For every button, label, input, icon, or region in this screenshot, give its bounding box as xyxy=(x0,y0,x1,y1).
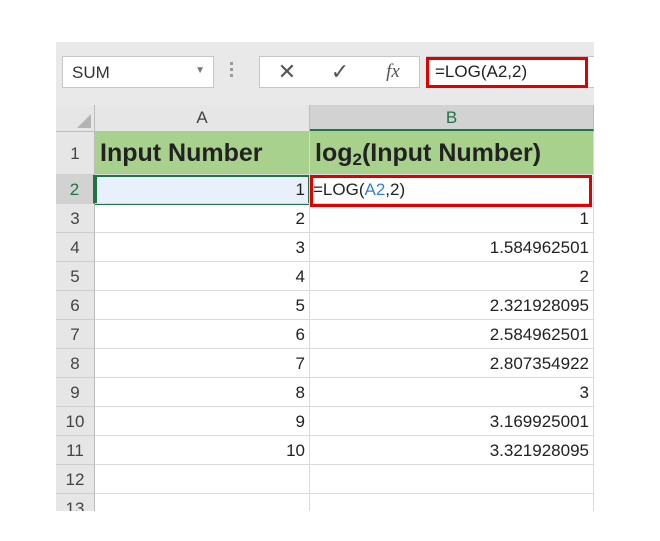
cell-a[interactable]: 4 xyxy=(95,262,310,291)
cell-a[interactable]: 7 xyxy=(95,349,310,378)
log-argument-label: (Input Number) xyxy=(361,139,542,167)
row-header[interactable]: 9 xyxy=(56,378,95,407)
row-header[interactable]: 11 xyxy=(56,436,95,465)
cell-b[interactable]: 2.807354922 xyxy=(310,349,594,378)
formula-suffix: ,2) xyxy=(385,180,406,199)
spreadsheet-window: SUM ▼ ✕ ✓ fx =LOG(A2,2) A B 1 2 3 4 5 6 … xyxy=(56,42,594,511)
cancel-icon[interactable]: ✕ xyxy=(272,60,302,84)
log-base-subscript: 2 xyxy=(352,150,362,169)
row-header[interactable]: 8 xyxy=(56,349,95,378)
cell-b[interactable]: 3.169925001 xyxy=(310,407,594,436)
cell-b[interactable]: 3 xyxy=(310,378,594,407)
cell-b2-editing[interactable]: =LOG(A2,2) xyxy=(310,175,594,204)
row-header[interactable]: 10 xyxy=(56,407,95,436)
cell-b[interactable]: 1 xyxy=(310,204,594,233)
header-cell-b[interactable]: log2(Input Number) xyxy=(310,132,594,175)
formula-input[interactable]: =LOG(A2,2) xyxy=(426,56,594,88)
cell-a[interactable] xyxy=(95,465,310,494)
cell-b[interactable]: 2 xyxy=(310,262,594,291)
row-header[interactable]: 7 xyxy=(56,320,95,349)
name-box[interactable]: SUM ▼ xyxy=(62,56,214,88)
row-header[interactable]: 2 xyxy=(56,175,95,204)
cell-a[interactable]: 10 xyxy=(95,436,310,465)
cell-b[interactable]: 2.321928095 xyxy=(310,291,594,320)
cell-a[interactable]: 5 xyxy=(95,291,310,320)
chevron-down-icon[interactable]: ▼ xyxy=(195,65,205,76)
cell-a[interactable]: 2 xyxy=(95,204,310,233)
row-header[interactable]: 12 xyxy=(56,465,95,494)
formula-reference: A2 xyxy=(364,180,386,199)
drag-handle-icon[interactable] xyxy=(230,62,234,80)
cell-a[interactable]: 3 xyxy=(95,233,310,262)
row-header[interactable]: 1 xyxy=(56,132,95,175)
row-header[interactable]: 13 xyxy=(56,494,95,511)
cell-b[interactable]: 3.321928095 xyxy=(310,436,594,465)
cell-a[interactable] xyxy=(95,494,310,511)
formula-buttons: ✕ ✓ fx xyxy=(259,56,420,88)
cell-a[interactable]: 9 xyxy=(95,407,310,436)
column-header-b[interactable]: B xyxy=(310,105,594,131)
column-header-a[interactable]: A xyxy=(95,105,310,131)
cell-b[interactable]: 2.584962501 xyxy=(310,320,594,349)
cell-a[interactable]: 6 xyxy=(95,320,310,349)
row-header[interactable]: 5 xyxy=(56,262,95,291)
formula-text: =LOG(A2,2) xyxy=(435,62,528,81)
log-label: log xyxy=(315,139,353,167)
row-header[interactable]: 6 xyxy=(56,291,95,320)
cell-a2[interactable]: 1 xyxy=(95,175,310,204)
insert-function-icon[interactable]: fx xyxy=(378,60,408,84)
header-cell-a[interactable]: Input Number xyxy=(95,132,310,175)
cell-a[interactable]: 8 xyxy=(95,378,310,407)
row-header[interactable]: 3 xyxy=(56,204,95,233)
cell-b[interactable] xyxy=(310,465,594,494)
formula-bar: SUM ▼ ✕ ✓ fx =LOG(A2,2) xyxy=(56,42,594,105)
cell-b[interactable] xyxy=(310,494,594,511)
row-header[interactable]: 4 xyxy=(56,233,95,262)
formula-prefix: =LOG( xyxy=(313,180,365,199)
enter-icon[interactable]: ✓ xyxy=(325,60,355,84)
cell-b[interactable]: 1.584962501 xyxy=(310,233,594,262)
name-box-value: SUM xyxy=(72,63,110,82)
column-header-row: A B xyxy=(56,105,594,132)
select-all-button[interactable] xyxy=(56,105,95,131)
